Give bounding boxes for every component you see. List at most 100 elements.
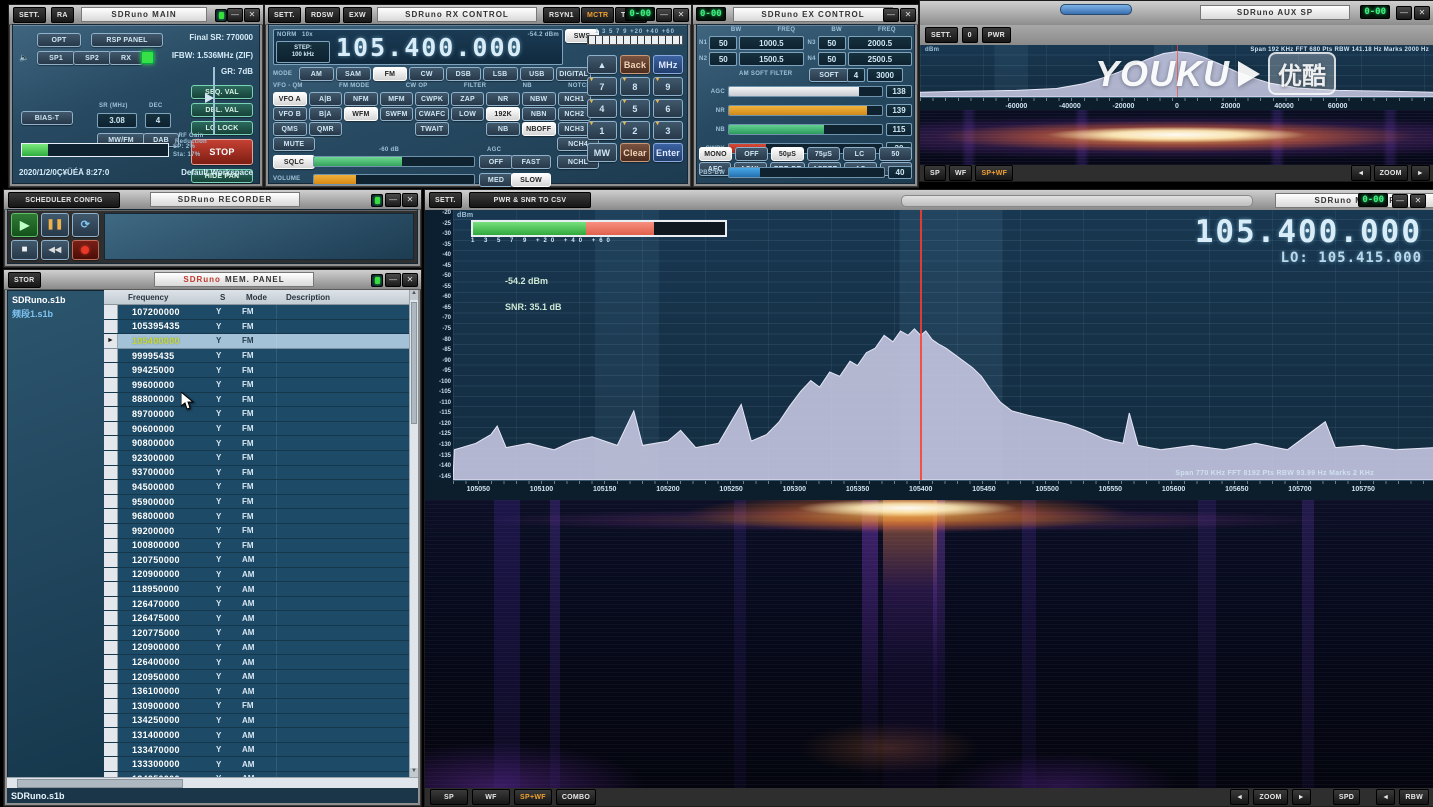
keypad-key[interactable]: 4 <box>587 98 617 118</box>
ex-fm-button[interactable]: 50µS <box>771 147 804 161</box>
rx-button[interactable]: RX <box>109 51 143 65</box>
minimize-button[interactable]: — <box>385 193 401 207</box>
ex-slider[interactable] <box>728 86 883 97</box>
pause-button[interactable]: ❚❚ <box>41 213 69 237</box>
sp-view-button[interactable]: SP <box>924 165 946 181</box>
record-button[interactable] <box>71 239 99 260</box>
close-button[interactable]: ✕ <box>1414 6 1430 20</box>
mute-button[interactable]: MUTE <box>273 137 315 151</box>
rx-grid-button[interactable]: NBN <box>521 107 556 121</box>
ex-slider[interactable] <box>728 105 883 116</box>
wf-view-button[interactable]: WF <box>948 165 973 181</box>
rx-grid-button[interactable]: VFO A <box>273 92 307 106</box>
keypad-key[interactable]: 8 <box>620 76 650 96</box>
aux-waterfall[interactable] <box>920 110 1433 165</box>
mode-button[interactable]: CW <box>409 67 444 81</box>
seq-val-button[interactable]: SEQ. VAL <box>191 85 253 99</box>
rx-grid-button[interactable]: CWPK <box>415 92 449 106</box>
csv-export-button[interactable]: PWR & SNR TO CSV <box>469 192 591 208</box>
horizontal-scrollbar[interactable] <box>7 777 418 788</box>
frequency-readout[interactable]: 105.400.000 LO: 105.415.000 <box>1195 214 1422 266</box>
tuned-frequency[interactable]: 105.400.000 <box>336 33 524 62</box>
dbl-val-button[interactable]: DBL. VAL <box>191 103 253 117</box>
memory-row[interactable]: 99200000 Y FM <box>104 523 410 539</box>
rx-grid-button[interactable]: TWAIT <box>415 122 449 136</box>
zoom-in-button[interactable]: ► <box>1410 165 1430 181</box>
memory-row[interactable]: 99425000 Y FM <box>104 363 410 378</box>
stop-playback-button[interactable]: ■ <box>11 239 39 260</box>
memory-row[interactable]: 95900000 Y FM <box>104 494 410 510</box>
memory-row[interactable]: 120775000 Y AM <box>104 626 410 641</box>
minimize-button[interactable]: — <box>385 273 401 287</box>
table-column-header[interactable]: S <box>210 293 236 302</box>
rx-grid-button[interactable]: ZAP <box>450 92 485 106</box>
tune-marker[interactable] <box>920 210 922 480</box>
mode-button[interactable]: LSB <box>482 67 518 81</box>
ex-fm-button[interactable]: 50 <box>879 147 912 161</box>
memory-row[interactable]: 89700000 Y FM <box>104 407 410 422</box>
rx-grid-button[interactable]: A|B <box>308 92 343 106</box>
notch-freq[interactable]: 1500.5 <box>739 52 804 66</box>
keypad-key[interactable]: MW <box>587 143 617 162</box>
rx-grid-button[interactable]: MFM <box>379 92 414 106</box>
scroll-pill[interactable] <box>901 195 1253 207</box>
soft-button[interactable]: SOFT <box>809 68 849 82</box>
keypad-key[interactable]: 1 <box>587 120 617 140</box>
mctr-button[interactable]: MCTR <box>581 7 615 23</box>
memory-row[interactable]: 92300000 Y FM <box>104 450 410 466</box>
memory-table[interactable]: Frequency S Mode Description 107200000 Y FM… <box>104 290 410 778</box>
hscrollbar-thumb[interactable] <box>17 779 184 788</box>
rx-grid-button[interactable]: QMR <box>308 122 343 136</box>
settings-button[interactable]: SETT. <box>13 7 46 23</box>
minimize-button[interactable]: — <box>1392 194 1408 208</box>
zoom-out-button[interactable]: ◄ <box>1351 165 1371 181</box>
rx-grid-button[interactable]: VFO B <box>273 107 307 121</box>
scheduler-config-button[interactable]: SCHEDULER CONFIG <box>8 192 120 208</box>
memory-row[interactable]: 136100000 Y AM <box>104 684 410 700</box>
memory-row[interactable]: 118950000 Y AM <box>104 582 410 597</box>
rdsw-button[interactable]: RDSW <box>305 7 340 23</box>
table-column-header[interactable]: Frequency <box>118 293 210 302</box>
frequency-display[interactable]: NORM 10x STEP: 100 kHz 105.400.000 -54.2 … <box>273 29 563 65</box>
rx-grid-button[interactable]: B|A <box>308 107 343 121</box>
squelch-slider[interactable] <box>313 156 475 167</box>
table-column-header[interactable]: Mode <box>236 293 276 302</box>
rsp-panel-button[interactable]: RSP PANEL <box>91 33 163 47</box>
memory-row[interactable]: 105395435 Y FM <box>104 319 410 335</box>
loop-button[interactable]: ⟳ <box>71 213 99 237</box>
minimize-button[interactable]: — <box>656 8 672 22</box>
scrollbar-thumb[interactable] <box>411 302 417 424</box>
spwf-view-button[interactable]: SP+WF <box>514 789 552 805</box>
soft-order[interactable]: 4 <box>847 68 865 82</box>
spwf-view-button[interactable]: SP+WF <box>975 165 1014 181</box>
memory-row[interactable]: 120900000 Y AM <box>104 567 410 583</box>
ex-fm-button[interactable]: LC <box>843 147 876 161</box>
memory-row[interactable]: 100800000 Y FM <box>104 538 410 554</box>
play-button[interactable]: ▶ <box>11 213 39 237</box>
tuned-frequency[interactable]: 105.400.000 <box>1195 214 1422 250</box>
rx-grid-button[interactable]: NFM <box>344 92 378 106</box>
scroll-pill[interactable] <box>1060 4 1132 15</box>
memory-row[interactable]: 94500000 Y FM <box>104 480 410 495</box>
rx-grid-button[interactable]: NBW <box>521 92 556 106</box>
close-button[interactable]: ✕ <box>402 193 418 207</box>
notch-freq[interactable]: 1000.5 <box>739 36 804 50</box>
keypad-key[interactable]: 7 <box>587 76 617 96</box>
rx-grid-button[interactable]: NR <box>486 92 520 106</box>
vertical-scrollbar[interactable]: ▲ ▼ <box>409 290 418 778</box>
mode-button[interactable]: AM <box>299 67 334 81</box>
notch-freq[interactable]: 2000.5 <box>847 36 912 50</box>
minimize-button[interactable]: — <box>1396 6 1412 20</box>
aux-toolbar-button[interactable]: SETT. <box>925 27 958 43</box>
ex-slider[interactable] <box>728 124 883 135</box>
memory-row[interactable]: 130900000 Y FM <box>104 699 410 714</box>
bank-file-item[interactable]: SDRuno.s1b <box>8 294 105 306</box>
rx-grid-button[interactable]: 192K <box>486 107 520 121</box>
pbs-bw-slider[interactable] <box>728 167 885 178</box>
close-button[interactable]: ✕ <box>402 273 418 287</box>
memory-row[interactable]: 126470000 Y AM <box>104 596 410 612</box>
rx-grid-button[interactable]: SWFM <box>379 107 414 121</box>
notch-freq[interactable]: 2500.5 <box>847 52 912 66</box>
keypad-key[interactable]: 3 <box>653 120 683 140</box>
wf-view-button[interactable]: WF <box>472 789 510 805</box>
